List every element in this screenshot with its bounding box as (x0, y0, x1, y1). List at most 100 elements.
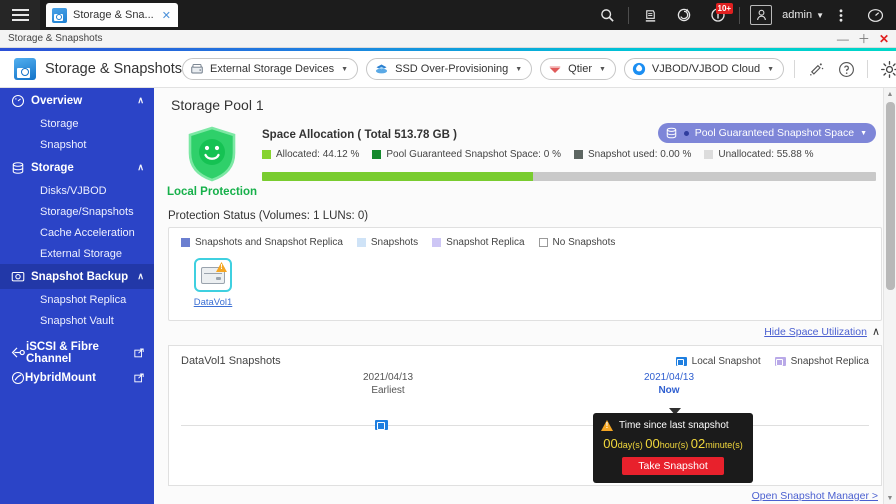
elapsed-days-value: 00 (603, 436, 618, 451)
legend-swatch (704, 150, 714, 159)
chevron-down-icon: ▼ (598, 65, 606, 73)
hamburger-menu-icon[interactable] (0, 0, 40, 30)
sidebar-link-iscsi-fibre-channel[interactable]: iSCSI & Fibre Channel (0, 340, 154, 365)
local-protection-block: Local Protection (162, 119, 262, 198)
timeline-track[interactable] (181, 425, 869, 426)
divider (628, 6, 630, 24)
window-title-bar: Storage & Snapshots — ＋ ✕ (0, 30, 896, 48)
earliest-date: 2021/04/13 (362, 372, 414, 383)
storage-icon (11, 161, 31, 175)
sidebar-item-label: Storage/Snapshots (40, 205, 134, 218)
ssd-over-provisioning-button[interactable]: SSD Over-Provisioning ▼ (366, 58, 533, 80)
desktop-bar-left: Storage & Sna... ✕ (0, 0, 178, 30)
legend-swatch (372, 150, 382, 159)
sidebar-item-storage-snapshots[interactable]: Storage/Snapshots (0, 201, 154, 222)
sidebar-item-storage-overview[interactable]: Storage (0, 113, 154, 134)
legend-label: Snapshot used: 0.00 % (587, 149, 692, 160)
legend-label: Snapshot Replica (446, 237, 525, 248)
volume-name-link[interactable]: DataVol1 (194, 297, 233, 308)
legend-label: Snapshots (370, 237, 419, 248)
snapshot-backup-icon (11, 270, 31, 283)
sidebar-item-external-storage[interactable]: External Storage (0, 243, 154, 264)
sidebar-item-label: Cache Acceleration (40, 226, 135, 239)
timeline-now-label: 2021/04/13 Now (624, 371, 714, 397)
legend-item-snapshots: Snapshots (356, 237, 419, 248)
window-controls: — ＋ ✕ (837, 33, 896, 45)
elapsed-hours-value: 00 (645, 436, 660, 451)
protection-status-legend: Snapshots and Snapshot Replica Snapshots… (181, 237, 869, 248)
legend-label: Pool Guaranteed Snapshot Space: 0 % (386, 149, 561, 160)
legend-label: Local Snapshot (691, 355, 761, 367)
taskbar-tab-storage-snapshots[interactable]: Storage & Sna... ✕ (46, 3, 178, 27)
now-date: 2021/04/13 (643, 372, 695, 383)
sidebar-item-snapshot-replica[interactable]: Snapshot Replica (0, 289, 154, 310)
sidebar-item-cache-acceleration[interactable]: Cache Acceleration (0, 222, 154, 243)
search-icon[interactable] (590, 0, 624, 30)
protection-status-body: Snapshots and Snapshot Replica Snapshots… (169, 228, 881, 320)
qtier-button[interactable]: Qtier ▼ (540, 58, 616, 80)
sidebar-group-snapshot-backup[interactable]: Snapshot Backup ∧ (0, 264, 154, 289)
pool-guaranteed-snapshot-space-button[interactable]: Pool Guaranteed Snapshot Space ▼ (657, 123, 876, 143)
take-snapshot-button[interactable]: Take Snapshot (622, 457, 724, 475)
status-dot (683, 130, 689, 136)
backup-station-icon[interactable] (633, 0, 667, 30)
scroll-down-arrow-icon[interactable]: ▼ (884, 492, 896, 504)
chevron-up-icon: ∧ (137, 271, 144, 281)
pool-db-icon (666, 127, 676, 139)
local-snapshot-marker-icon[interactable] (375, 420, 388, 430)
legend-swatch (262, 150, 271, 159)
maximize-button[interactable]: ＋ (858, 33, 870, 45)
chevron-down-icon: ▼ (860, 129, 867, 137)
vertical-scrollbar[interactable]: ▲ ▼ (883, 88, 896, 504)
hide-space-utilization-label: Hide Space Utilization (764, 325, 867, 338)
divider (867, 60, 869, 78)
button-label: Pool Guaranteed Snapshot Space (694, 127, 855, 139)
volume-tile-datavol1[interactable]: DataVol1 (181, 258, 245, 310)
sidebar-link-hybridmount[interactable]: HybridMount (0, 365, 154, 390)
sidebar-group-overview[interactable]: Overview ∧ (0, 88, 154, 113)
legend-label: Allocated: 44.12 % (276, 149, 360, 160)
sidebar-group-storage[interactable]: Storage ∧ (0, 155, 154, 180)
admin-caret-icon[interactable]: ▼ (816, 11, 824, 20)
sidebar-item-label: External Storage (40, 247, 122, 260)
sidebar-item-snapshot-vault[interactable]: Snapshot Vault (0, 310, 154, 331)
settings-gear-icon[interactable] (878, 58, 896, 80)
last-snapshot-tooltip: Time since last snapshot 00day(s) 00hour… (593, 413, 753, 483)
hide-space-utilization-toggle[interactable]: Hide Space Utilization ∧ (154, 321, 896, 341)
external-storage-devices-button[interactable]: External Storage Devices ▼ (182, 58, 359, 80)
window-title: Storage & Snapshots (8, 33, 103, 44)
divider (739, 6, 741, 24)
scrollbar-thumb[interactable] (886, 102, 895, 290)
snapshot-timeline-title: DataVol1 Snapshots (181, 355, 281, 367)
close-button[interactable]: ✕ (879, 33, 889, 45)
user-avatar-icon[interactable] (744, 0, 778, 30)
sync-icon[interactable] (667, 0, 701, 30)
open-snapshot-manager-link[interactable]: Open Snapshot Manager > (154, 486, 896, 502)
more-options-icon[interactable] (824, 0, 858, 30)
minimize-button[interactable]: — (837, 33, 849, 45)
sidebar-item-disks-vjbod[interactable]: Disks/VJBOD (0, 180, 154, 201)
notification-icon[interactable]: 10+ (701, 0, 735, 30)
chevron-up-icon: ∧ (137, 95, 144, 105)
scroll-up-arrow-icon[interactable]: ▲ (884, 88, 896, 100)
legend-label: No Snapshots (552, 237, 616, 248)
legend-label: Snapshots and Snapshot Replica (195, 237, 343, 248)
storage-snapshots-icon (52, 7, 67, 23)
ssd-icon (376, 63, 388, 73)
volume-warning-icon[interactable] (194, 258, 232, 292)
shield-smiley-icon (184, 125, 240, 183)
earliest-caption: Earliest (371, 385, 405, 396)
tab-close-icon[interactable]: ✕ (162, 9, 171, 22)
external-storage-icon (191, 63, 203, 73)
help-icon[interactable] (835, 58, 857, 80)
sidebar-group-label: Snapshot Backup (31, 270, 129, 283)
chevron-down-icon: ▼ (341, 65, 349, 73)
sidebar-item-snapshot-overview[interactable]: Snapshot (0, 134, 154, 155)
vjbod-cloud-button[interactable]: VJBOD/VJBOD Cloud ▼ (623, 58, 785, 80)
resource-monitor-icon[interactable] (858, 0, 892, 30)
sidebar-item-label: Storage (40, 117, 79, 130)
scan-icon[interactable] (805, 58, 827, 80)
divider (794, 60, 796, 78)
admin-user-label[interactable]: admin (778, 9, 816, 21)
